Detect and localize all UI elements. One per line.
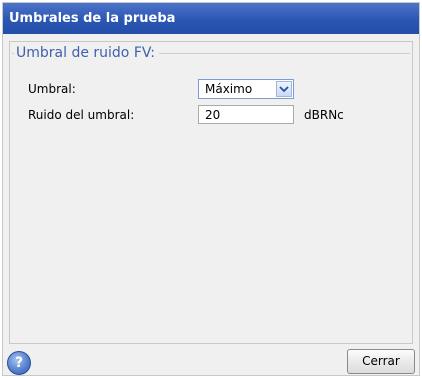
dialog-window: Umbrales de la prueba Umbral de ruido FV… — [2, 2, 420, 376]
threshold-select-value: Máximo — [205, 82, 253, 96]
group-title: Umbral de ruido FV: — [14, 44, 160, 62]
threshold-label: Umbral: — [28, 82, 76, 96]
noise-threshold-label: Ruido del umbral: — [28, 108, 135, 122]
settings-panel: Umbral de ruido FV: Umbral: Máximo Ruido… — [9, 41, 413, 344]
dialog-titlebar: Umbrales de la prueba — [3, 3, 419, 34]
chevron-down-icon[interactable] — [276, 81, 292, 97]
noise-unit-label: dBRNc — [304, 108, 344, 122]
threshold-select[interactable]: Máximo — [198, 79, 294, 99]
close-button[interactable]: Cerrar — [347, 349, 415, 374]
help-button[interactable]: ? — [7, 351, 31, 375]
noise-threshold-input[interactable] — [198, 105, 294, 124]
question-mark-icon: ? — [14, 355, 24, 371]
